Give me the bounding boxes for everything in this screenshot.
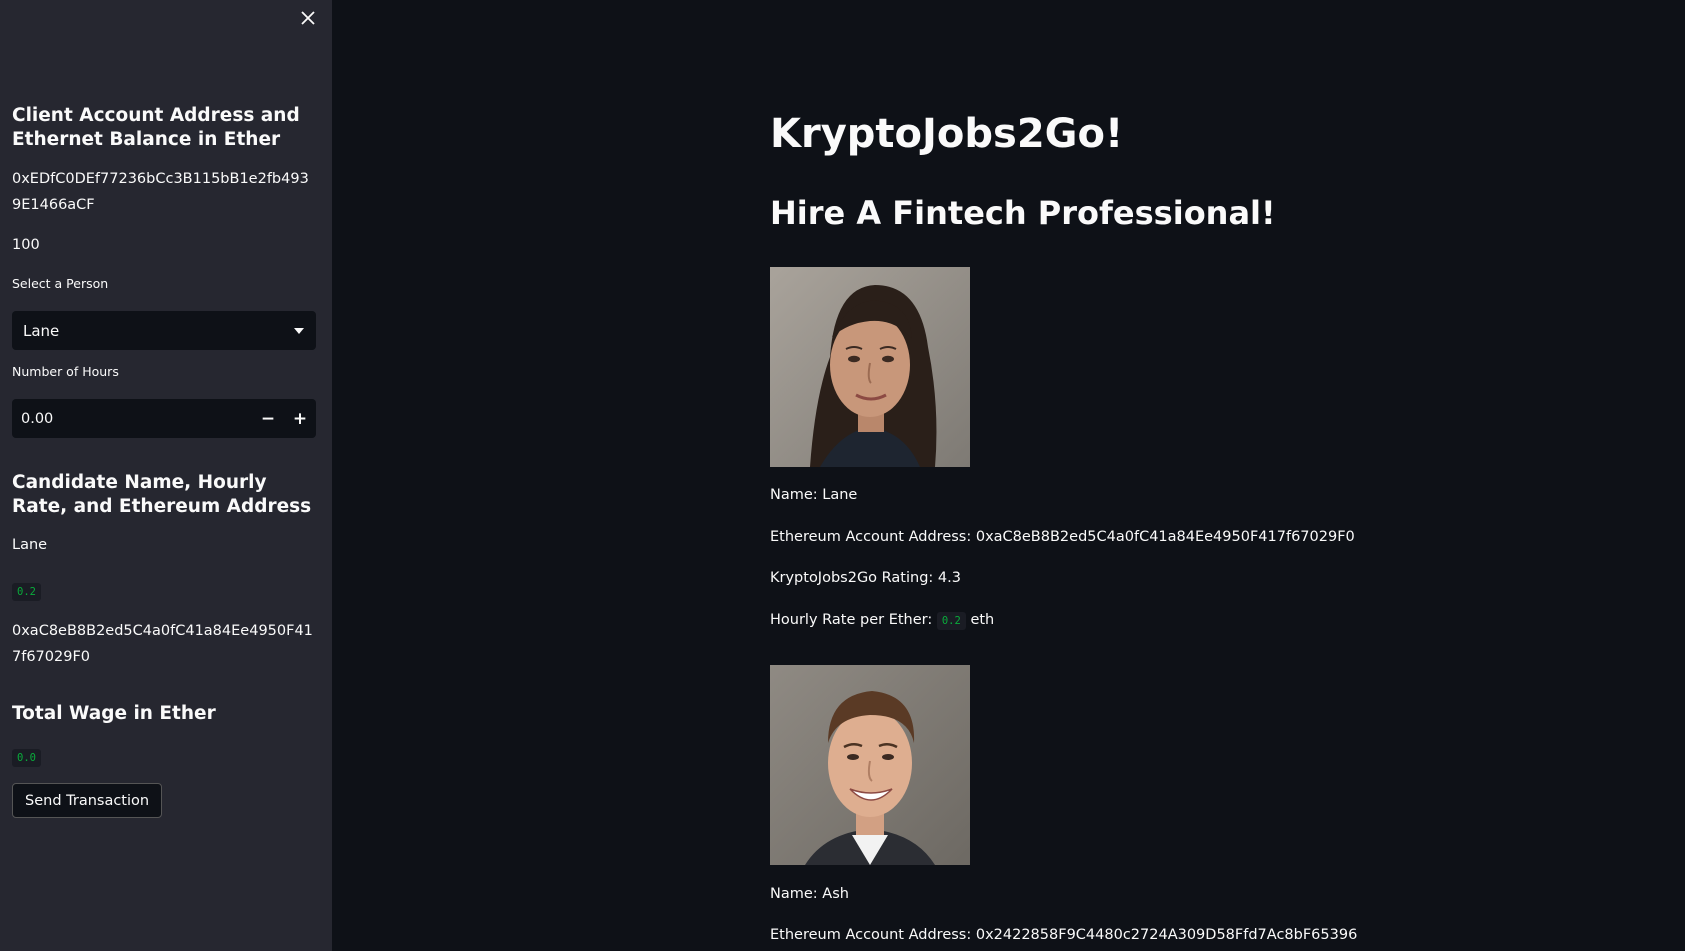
minus-icon[interactable]: − <box>252 399 284 438</box>
rate-value: 0.2 <box>936 612 966 630</box>
client-address: 0xEDfC0DEf77236bCc3B115bB1e2fb4939E1466a… <box>12 171 309 213</box>
close-sidebar-button[interactable] <box>296 6 320 30</box>
candidate-address-line: Ethereum Account Address: 0xaC8eB8B2ed5C… <box>770 529 1355 545</box>
candidate-rating-line: KryptoJobs2Go Rating: 4.3 <box>770 570 961 586</box>
rate-prefix: Hourly Rate per Ether: <box>770 612 933 628</box>
candidate-photo-lane <box>770 267 970 467</box>
sidebar: Client Account Address and Ethernet Bala… <box>0 0 332 951</box>
select-person-label: Select a Person <box>12 276 109 291</box>
select-person-dropdown[interactable]: Lane <box>12 311 316 350</box>
send-transaction-button[interactable]: Send Transaction <box>12 783 163 818</box>
candidate-name: Lane <box>12 537 48 553</box>
close-icon <box>301 11 315 25</box>
candidate-name-line: Name: Lane <box>770 487 858 503</box>
page-subtitle: Hire A Fintech Professional! <box>770 194 1276 232</box>
hours-stepper: − + <box>12 399 316 438</box>
wage-value: 0.0 <box>12 749 41 767</box>
hours-label: Number of Hours <box>12 364 119 379</box>
candidate-address-line: Ethereum Account Address: 0x2422858F9C44… <box>770 927 1358 943</box>
account-heading: Client Account Address and Ethernet Bala… <box>12 105 300 150</box>
candidate-rate-line: Hourly Rate per Ether: 0.2 eth <box>770 609 994 631</box>
balance-value: 100 <box>12 237 40 253</box>
page-title: KryptoJobs2Go! <box>770 111 1124 157</box>
candidate-name-line: Name: Ash <box>770 886 849 902</box>
candidate-photo-ash <box>770 665 970 865</box>
selected-person: Lane <box>23 321 60 340</box>
rate-suffix: eth <box>970 612 995 628</box>
wage-heading: Total Wage in Ether <box>12 703 216 724</box>
candidate-rate: 0.2 <box>12 583 41 601</box>
hours-input[interactable] <box>12 399 252 438</box>
candidate-address: 0xaC8eB8B2ed5C4a0fC41a84Ee4950F417f67029… <box>12 623 313 665</box>
plus-icon[interactable]: + <box>284 399 316 438</box>
candidate-heading: Candidate Name, Hourly Rate, and Ethereu… <box>12 472 312 517</box>
chevron-down-icon <box>294 327 304 334</box>
